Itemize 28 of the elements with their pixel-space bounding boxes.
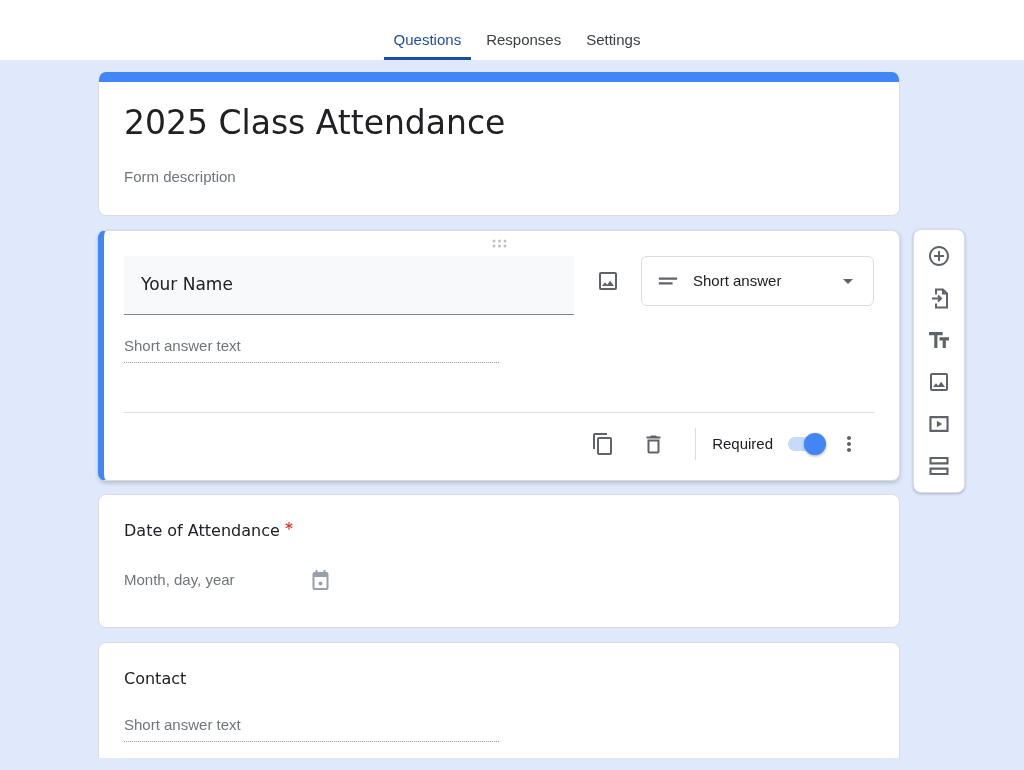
drag-handle-icon <box>491 239 507 248</box>
short-text-icon <box>658 277 678 285</box>
answer-field[interactable]: Short answer text <box>124 336 499 363</box>
question-title-field[interactable]: Your Name <box>124 256 574 315</box>
video-play-icon <box>929 416 949 432</box>
calendar-icon <box>312 570 329 590</box>
description-field[interactable]: Form description <box>124 167 236 187</box>
date-field[interactable]: Month, day, year <box>124 570 312 590</box>
section-icon <box>929 457 949 475</box>
tab[interactable]: Settings <box>576 20 651 60</box>
form-title: 2025 Class Attendance <box>124 104 506 142</box>
image-icon <box>930 373 948 391</box>
text-size-icon <box>929 332 949 348</box>
question-title: Date of Attendance <box>124 520 280 542</box>
required-switch[interactable] <box>786 433 826 455</box>
file-import-icon <box>930 287 948 309</box>
caret-icon <box>843 278 853 284</box>
copy-icon <box>592 433 612 455</box>
required-asterisk-icon <box>284 522 293 530</box>
tab[interactable]: Responses <box>476 20 572 60</box>
tab[interactable]: Questions <box>383 20 472 60</box>
question-type-dropdown[interactable]: Short answer <box>641 256 874 306</box>
answer-field[interactable]: Short answer text <box>124 715 499 742</box>
image-icon <box>598 272 617 290</box>
trash-icon <box>645 434 661 454</box>
question-title: Contact <box>124 668 187 690</box>
required-label: Required <box>712 433 773 454</box>
more-vertical-icon <box>847 436 851 452</box>
